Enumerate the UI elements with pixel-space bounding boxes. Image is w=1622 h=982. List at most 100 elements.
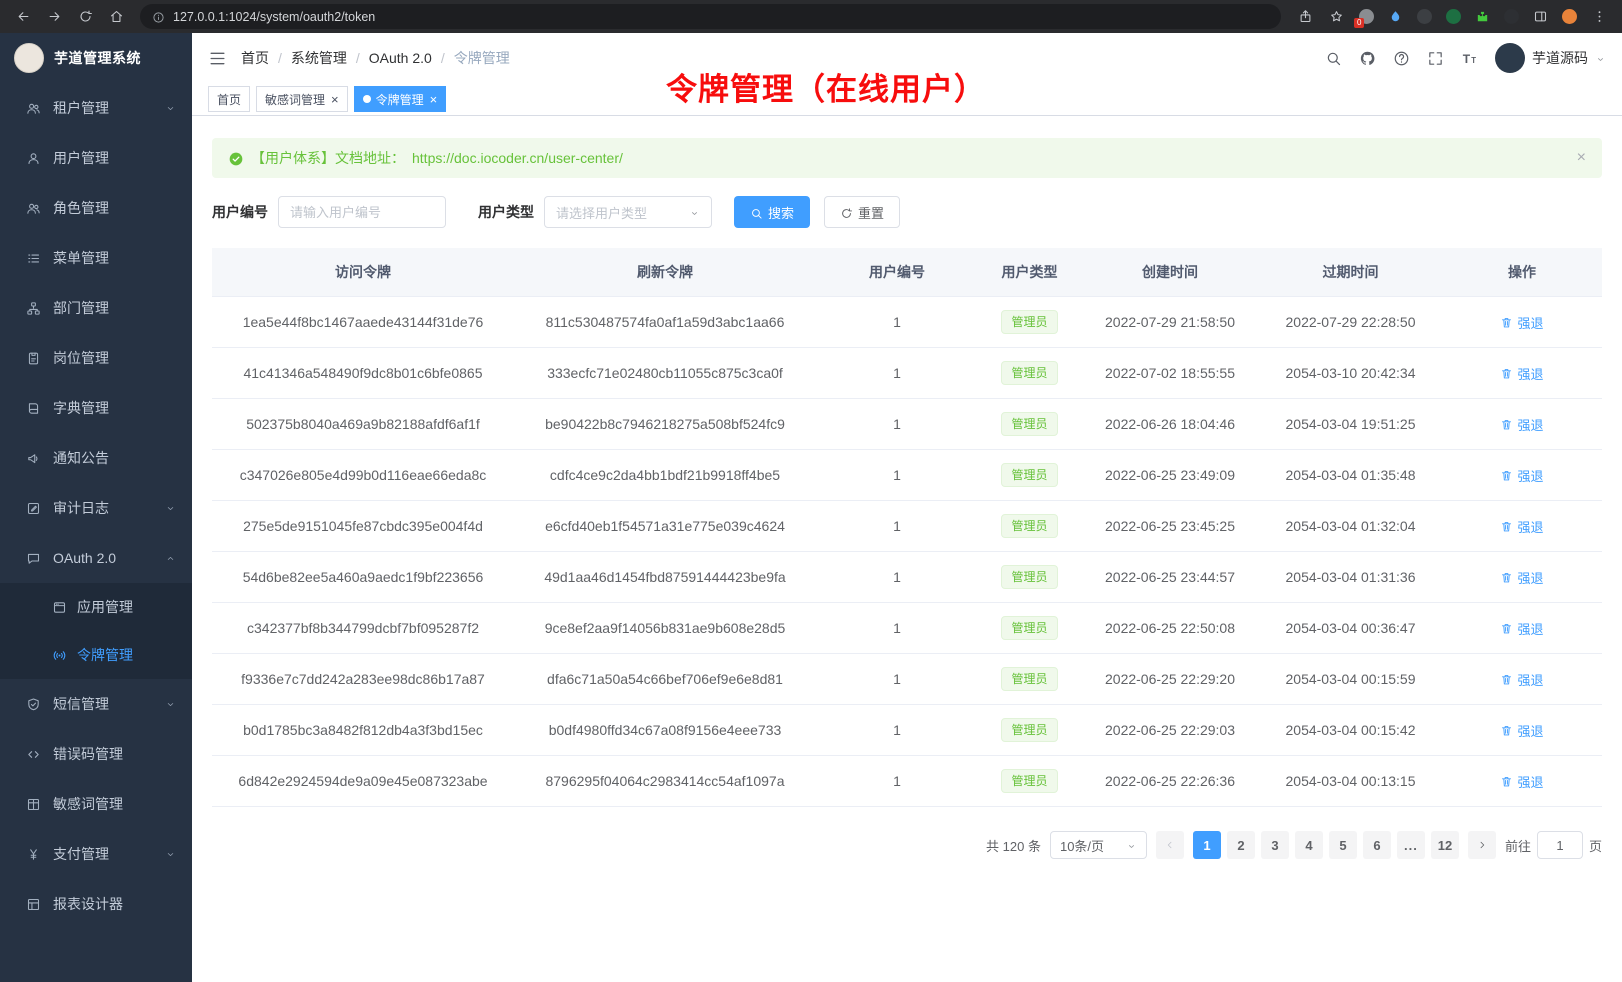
tab-sensitive-word[interactable]: 敏感词管理× (256, 86, 348, 112)
sidebar-item-pay[interactable]: 支付管理 (0, 829, 192, 879)
sidebar-item-report[interactable]: 报表设计器 (0, 879, 192, 929)
user-type-select[interactable]: 请选择用户类型 (544, 196, 712, 228)
chevron-down-icon (1595, 50, 1606, 66)
extension-icon[interactable] (1412, 5, 1436, 29)
app-title: 芋道管理系统 (54, 48, 141, 68)
user-id-input[interactable] (278, 196, 446, 228)
sidebar-item-user[interactable]: 用户管理 (0, 133, 192, 183)
browser-chrome: 127.0.0.1:1024/system/oauth2/token 0 (0, 0, 1622, 33)
breadcrumb-separator: / (441, 50, 445, 66)
chev-icon (165, 503, 176, 514)
extension-icon[interactable] (1383, 5, 1407, 29)
force-logout-button[interactable]: 强退 (1500, 670, 1543, 689)
pager-page-4[interactable]: 4 (1295, 831, 1323, 859)
sidebar-item-error-code[interactable]: 错误码管理 (0, 729, 192, 779)
forward-icon[interactable] (41, 4, 67, 30)
search-button[interactable]: 搜索 (734, 196, 810, 228)
page-size-select[interactable]: 10条/页 (1050, 831, 1147, 859)
site-info-icon[interactable] (152, 9, 165, 23)
sidebar-item-sms[interactable]: 短信管理 (0, 679, 192, 729)
user-type-badge: 管理员 (1001, 565, 1057, 589)
next-page-button[interactable] (1468, 831, 1496, 859)
sidebar-item-audit-log[interactable]: 审计日志 (0, 483, 192, 533)
tab-home[interactable]: 首页 (208, 86, 250, 112)
sidebar-item-dict[interactable]: 字典管理 (0, 383, 192, 433)
pager-page-5[interactable]: 5 (1329, 831, 1357, 859)
pager-page-1[interactable]: 1 (1193, 831, 1221, 859)
address-bar[interactable]: 127.0.0.1:1024/system/oauth2/token (140, 4, 1281, 29)
bookmark-star-icon[interactable] (1323, 4, 1349, 30)
pager-more-button[interactable]: ... (1397, 831, 1425, 859)
app-logo[interactable]: 芋道管理系统 (0, 33, 192, 83)
pager-page-3[interactable]: 3 (1261, 831, 1289, 859)
trash-icon (1500, 316, 1513, 329)
user-type-badge: 管理员 (1001, 412, 1057, 436)
sidebar-item-notice[interactable]: 通知公告 (0, 433, 192, 483)
breadcrumb-item[interactable]: 系统管理 (291, 48, 347, 68)
help-icon[interactable] (1393, 50, 1410, 67)
sidebar-item-role[interactable]: 角色管理 (0, 183, 192, 233)
back-icon[interactable] (10, 4, 36, 30)
fullscreen-icon[interactable] (1427, 50, 1444, 67)
sidebar-subitem-app[interactable]: 应用管理 (0, 583, 192, 631)
force-logout-button[interactable]: 强退 (1500, 721, 1543, 740)
force-logout-button[interactable]: 强退 (1500, 313, 1543, 332)
edit-icon (26, 501, 41, 516)
trash-icon (1500, 571, 1513, 584)
created-time-cell: 2022-06-25 22:26:36 (1081, 756, 1259, 807)
sidebar-toggle-icon[interactable] (208, 49, 227, 68)
sidebar-item-oauth2[interactable]: OAuth 2.0 (0, 533, 192, 583)
home-icon[interactable] (103, 4, 129, 30)
split-view-icon[interactable] (1528, 5, 1552, 29)
extension-icon[interactable] (1499, 5, 1523, 29)
tab-token[interactable]: 令牌管理× (354, 86, 447, 112)
force-logout-button[interactable]: 强退 (1500, 415, 1543, 434)
force-logout-button[interactable]: 强退 (1500, 568, 1543, 587)
table-row: 41c41346a548490f9dc8b01c6bfe0865333ecfc7… (212, 348, 1602, 399)
pager-page-12[interactable]: 12 (1431, 831, 1459, 859)
column-header: 用户编号 (816, 248, 978, 297)
refresh-token-cell: 811c530487574fa0af1a59d3abc1aa66 (514, 297, 816, 348)
sidebar-item-label: 用户管理 (53, 148, 109, 168)
sidebar-item-tenant[interactable]: 租户管理 (0, 83, 192, 133)
extension-icon[interactable] (1470, 5, 1494, 29)
share-icon[interactable] (1292, 4, 1318, 30)
close-icon[interactable]: × (430, 93, 438, 106)
reload-icon[interactable] (72, 4, 98, 30)
sidebar-item-sensitive-word[interactable]: 敏感词管理 (0, 779, 192, 829)
created-time-cell: 2022-06-25 22:29:03 (1081, 705, 1259, 756)
extension-icon[interactable] (1441, 5, 1465, 29)
close-icon[interactable]: × (331, 93, 339, 106)
doc-link[interactable]: https://doc.iocoder.cn/user-center/ (412, 150, 623, 166)
force-logout-button[interactable]: 强退 (1500, 364, 1543, 383)
profile-avatar-icon[interactable] (1557, 5, 1581, 29)
sidebar-item-menu[interactable]: 菜单管理 (0, 233, 192, 283)
sidebar-item-post[interactable]: 岗位管理 (0, 333, 192, 383)
sidebar-subitem-token[interactable]: 令牌管理 (0, 631, 192, 679)
expire-time-cell: 2054-03-10 20:42:34 (1259, 348, 1442, 399)
pager-page-2[interactable]: 2 (1227, 831, 1255, 859)
github-icon[interactable] (1359, 50, 1376, 67)
pager-page-6[interactable]: 6 (1363, 831, 1391, 859)
svg-text:T: T (1471, 55, 1476, 64)
access-token-cell: b0d1785bc3a8482f812db4a3f3bd15ec (212, 705, 514, 756)
extension-icon[interactable]: 0 (1354, 5, 1378, 29)
search-icon[interactable] (1325, 50, 1342, 67)
table-row: f9336e7c7dd242a283ee98dc86b17a87dfa6c71a… (212, 654, 1602, 705)
goto-page-input[interactable] (1537, 831, 1583, 859)
reset-button[interactable]: 重置 (824, 196, 900, 228)
breadcrumb-item[interactable]: OAuth 2.0 (369, 50, 432, 66)
user-menu[interactable]: 芋道源码 (1495, 43, 1606, 73)
force-logout-button[interactable]: 强退 (1500, 517, 1543, 536)
force-logout-button[interactable]: 强退 (1500, 619, 1543, 638)
prev-page-button[interactable] (1156, 831, 1184, 859)
force-logout-button[interactable]: 强退 (1500, 466, 1543, 485)
close-icon[interactable]: × (1577, 150, 1586, 166)
sidebar-item-dept[interactable]: 部门管理 (0, 283, 192, 333)
browser-menu-icon[interactable] (1586, 4, 1612, 30)
column-header: 访问令牌 (212, 248, 514, 297)
font-size-icon[interactable]: TT (1461, 50, 1478, 67)
alert-text: 【用户体系】文档地址： (251, 148, 405, 168)
breadcrumb-item[interactable]: 首页 (241, 48, 269, 68)
force-logout-button[interactable]: 强退 (1500, 772, 1543, 791)
